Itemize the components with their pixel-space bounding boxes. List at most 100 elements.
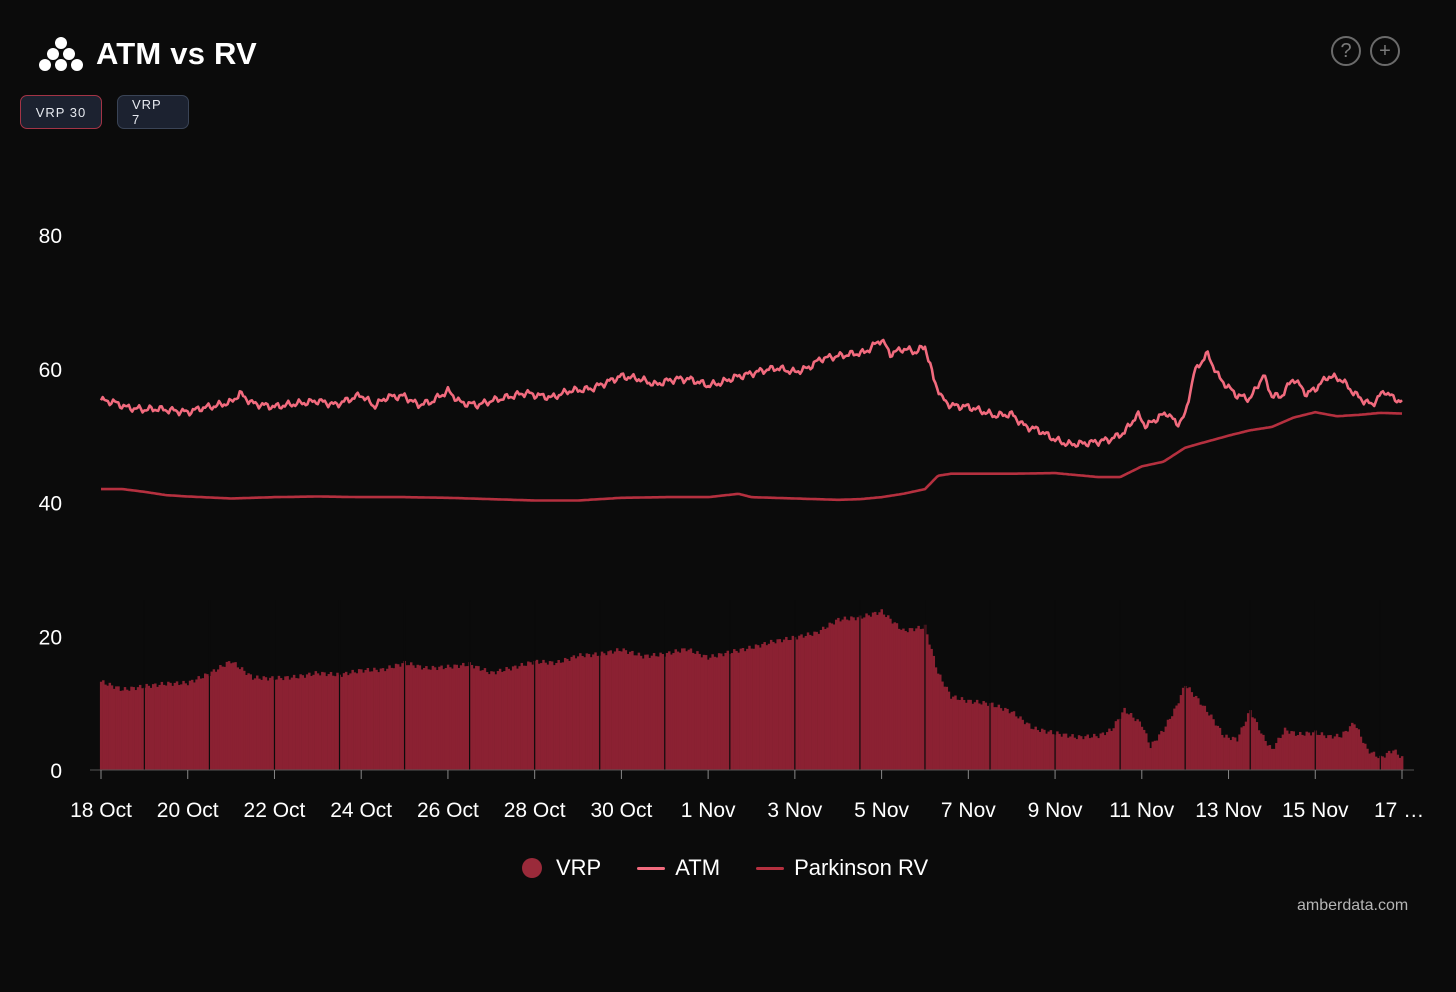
vrp-bar	[360, 669, 363, 770]
vrp-bar	[594, 652, 597, 770]
vrp-bar	[800, 634, 803, 770]
vrp-bar	[169, 682, 172, 770]
vrp-bar	[1043, 729, 1046, 770]
vrp-bar	[503, 671, 506, 770]
vrp-bar	[394, 663, 398, 770]
vrp-bar	[1294, 735, 1298, 770]
vrp-bar	[1158, 734, 1161, 770]
vrp-bar	[501, 671, 504, 770]
vrp-bar	[405, 665, 409, 770]
vrp-bar	[316, 673, 320, 770]
vrp-bar	[639, 655, 643, 770]
vrp-bar	[715, 657, 719, 770]
vrp-bar	[1025, 722, 1029, 770]
vrp-bar	[683, 648, 686, 770]
vrp-bar	[1110, 730, 1113, 770]
vrp-bar	[1244, 721, 1248, 770]
vrp-bar	[1125, 713, 1129, 770]
vrp-bar	[1153, 740, 1157, 770]
vrp-bar	[102, 680, 105, 770]
vrp-bar	[366, 667, 370, 770]
vrp-bar	[657, 656, 660, 770]
vrp-bar	[379, 668, 383, 770]
vrp-bar	[422, 667, 426, 770]
series-lines	[99, 338, 1403, 502]
vrp-bar	[1116, 719, 1120, 770]
vrp-bar	[1361, 742, 1365, 770]
vrp-bar	[214, 671, 218, 770]
vrp-bar	[381, 668, 385, 770]
vrp-bar	[943, 686, 946, 770]
vrp-bar	[620, 651, 623, 770]
vrp-bar	[1262, 734, 1265, 770]
vrp-bar	[1064, 733, 1068, 770]
vrp-bar	[726, 650, 730, 770]
vrp-bar	[1296, 735, 1300, 770]
vrp-bar	[641, 658, 645, 770]
vrp-bar	[149, 687, 153, 770]
vrp-bar	[1168, 718, 1172, 770]
x-tick-label: 18 Oct	[70, 799, 132, 822]
legend-atm-line-icon	[637, 866, 666, 870]
legend-item-parkinson-rv[interactable]: Parkinson RV	[756, 855, 928, 881]
vrp-bar	[670, 654, 673, 770]
vrp-bar	[286, 676, 289, 770]
vrp-bar	[1032, 729, 1035, 770]
x-tick-label: 24 Oct	[330, 799, 392, 822]
vrp-bar	[1377, 758, 1380, 770]
vrp-bar	[934, 667, 938, 770]
vrp-bar	[1342, 731, 1345, 770]
vrp-bar	[123, 687, 127, 770]
vrp-bar	[880, 609, 883, 770]
vrp-bar	[1038, 731, 1042, 770]
vrp-bar	[1127, 714, 1131, 770]
vrp-bar	[915, 628, 918, 770]
vrp-bar	[438, 666, 441, 770]
vrp-bar	[978, 703, 981, 770]
vrp-bar	[646, 654, 649, 770]
vrp-bar	[1103, 735, 1107, 770]
vrp-bar	[1396, 754, 1400, 770]
vrp-bar	[449, 667, 452, 770]
vrp-bar	[889, 618, 892, 770]
vrp-bar	[249, 674, 252, 770]
vrp-bar	[1394, 749, 1397, 770]
vrp-bar	[446, 664, 450, 770]
vrp-bar	[785, 636, 788, 770]
vrp-bar	[615, 648, 619, 770]
vrp-bar	[1285, 730, 1289, 770]
vrp-bar	[340, 676, 344, 770]
vrp-bar	[327, 674, 331, 770]
vrp-bar	[1134, 721, 1137, 770]
legend-label: Parkinson RV	[794, 855, 929, 880]
vrp-bar	[134, 690, 138, 770]
legend-item-atm[interactable]: ATM	[637, 855, 720, 881]
vrp-bar	[1101, 732, 1105, 770]
vrp-bar	[1301, 734, 1304, 770]
vrp-bar	[230, 663, 233, 770]
legend-item-vrp[interactable]: VRP	[522, 855, 601, 881]
vrp-bar	[485, 672, 489, 770]
vrp-bar	[776, 639, 779, 770]
vrp-bar	[954, 695, 957, 770]
vrp-bar	[1093, 733, 1096, 770]
vrp-bar	[709, 657, 712, 770]
vrp-bar	[939, 674, 942, 770]
vrp-bar	[694, 653, 697, 770]
vrp-bar	[1398, 757, 1402, 770]
vrp-bar	[780, 642, 784, 770]
vrp-bar	[1173, 708, 1176, 770]
vrp-bar	[739, 648, 743, 770]
vrp-bar	[737, 652, 740, 770]
atm-vs-rv-chart: 0 20 40 60 80 18 Oct 20 Oct 22 Oct 24 Oct 26 Oct…	[39, 225, 1425, 822]
vrp-bar	[932, 655, 936, 770]
vrp-bar	[902, 628, 905, 770]
vrp-bar	[1027, 723, 1031, 770]
vrp-bar	[847, 620, 851, 770]
vrp-bar	[999, 708, 1003, 770]
vrp-bar	[602, 653, 606, 770]
vrp-bar	[193, 682, 196, 770]
credit-link[interactable]: amberdata.com	[1297, 897, 1408, 915]
vrp-bar	[910, 628, 914, 770]
vrp-bar	[436, 670, 439, 770]
